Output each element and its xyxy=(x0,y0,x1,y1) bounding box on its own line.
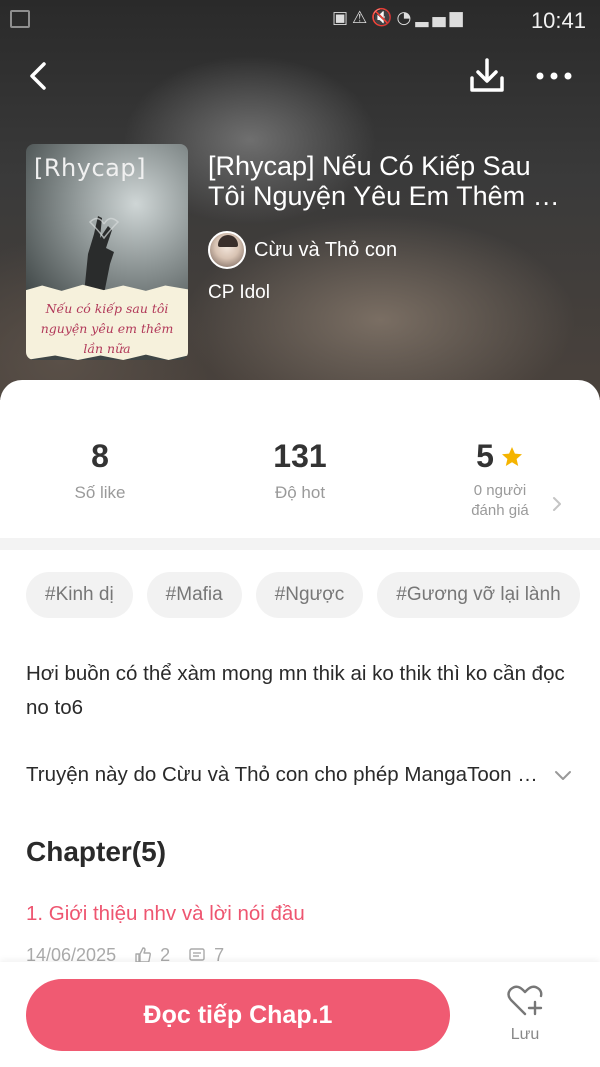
hot-label: Độ hot xyxy=(274,483,326,502)
bottom-bar: Đọc tiếp Chap.1 Lưu xyxy=(0,962,600,1067)
author-name[interactable]: Cừu và Thỏ con xyxy=(254,239,397,262)
rating-value-row: 5 xyxy=(476,438,524,475)
section-divider xyxy=(0,538,600,550)
tag-chip[interactable]: #Kinh dị xyxy=(26,572,133,618)
download-icon xyxy=(470,58,504,92)
license-text: Truyện này do Cừu và Thỏ con cho phép Ma… xyxy=(26,763,546,786)
category-label[interactable]: CP Idol xyxy=(208,282,270,304)
author-row[interactable]: Cừu và Thỏ con xyxy=(208,230,397,270)
more-horizontal-icon xyxy=(536,72,572,80)
likes-label: Số like xyxy=(74,483,126,502)
chevron-down-icon[interactable] xyxy=(552,764,574,786)
tag-chip[interactable]: #Gương vỡ lại lành xyxy=(377,572,580,618)
rating-value: 5 xyxy=(476,438,494,474)
image-icon xyxy=(10,10,30,28)
chevron-right-icon[interactable] xyxy=(550,494,564,514)
top-nav xyxy=(0,50,600,102)
stats-row: 8 Số like 131 Độ hot 5 0 người đánh giá xyxy=(0,380,600,540)
book-cover[interactable]: [Rhycap] Nếu có kiếp sau tôi nguyện yêu … xyxy=(26,144,188,360)
star-icon xyxy=(501,446,522,466)
heart-add-icon xyxy=(507,985,543,1016)
continue-reading-button[interactable]: Đọc tiếp Chap.1 xyxy=(26,979,450,1051)
tag-chip[interactable]: #Mafia xyxy=(146,572,242,618)
book-title: [Rhycap] Nếu Có Kiếp Sau Tôi Nguyện Yêu … xyxy=(208,151,588,211)
license-row[interactable]: Truyện này do Cừu và Thỏ con cho phép Ma… xyxy=(26,758,576,792)
status-bar: ▣⚠🔇◔▂▄▆ 10:41 xyxy=(0,0,600,40)
tag-list: #Kinh dị #Mafia #Ngược #Gương vỡ lại làn… xyxy=(26,572,580,618)
system-icons: ▣⚠🔇◔▂▄▆ xyxy=(332,8,467,28)
save-button[interactable]: Lưu xyxy=(490,984,560,1054)
stat-hot: 131 Độ hot xyxy=(225,438,375,503)
clock: 10:41 xyxy=(530,8,586,33)
chevron-left-icon xyxy=(30,62,46,90)
download-button[interactable] xyxy=(466,56,508,96)
book-title-line-1: [Rhycap] Nếu Có Kiếp Sau xyxy=(208,151,531,181)
hot-value: 131 xyxy=(273,438,327,474)
back-button[interactable] xyxy=(22,58,58,94)
cover-hand-illustration xyxy=(84,216,120,294)
cover-tag: [Rhycap] xyxy=(34,154,146,182)
likes-value: 8 xyxy=(91,438,109,474)
save-label: Lưu xyxy=(510,1026,540,1043)
avatar[interactable] xyxy=(208,231,246,269)
chapter-title[interactable]: 1. Giới thiệu nhv và lời nói đầu xyxy=(26,902,305,926)
cover-caption: Nếu có kiếp sau tôi nguyện yêu em thêm l… xyxy=(40,301,174,356)
tag-chip[interactable]: #Ngược xyxy=(255,572,364,618)
book-title-line-2: Tôi Nguyện Yêu Em Thêm … xyxy=(208,181,560,211)
more-options-button[interactable] xyxy=(532,56,576,96)
description-text: Hơi buồn có thể xàm mong mn thik ai ko t… xyxy=(26,662,565,719)
chapter-heading: Chapter(5) xyxy=(26,836,167,867)
stat-likes: 8 Số like xyxy=(25,438,175,503)
